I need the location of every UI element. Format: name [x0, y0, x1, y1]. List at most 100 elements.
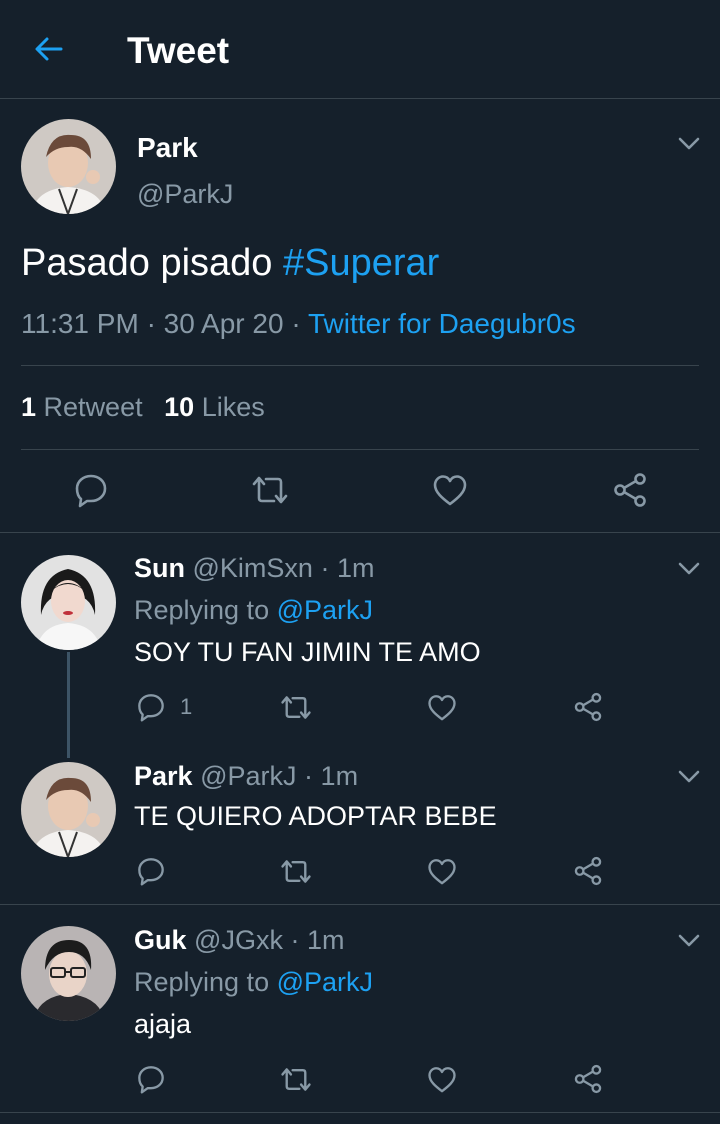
- chevron-down-icon: [678, 770, 700, 783]
- thread-line: [67, 652, 70, 758]
- reply-text: SOY TU FAN JIMIN TE AMO: [134, 637, 481, 667]
- retweet-icon: [281, 1068, 311, 1091]
- retweet-button[interactable]: [250, 474, 290, 506]
- avatar[interactable]: [21, 762, 116, 857]
- tweet-menu-button[interactable]: [678, 931, 702, 951]
- tweet-time: 11:31 PM: [21, 308, 139, 339]
- meta-separator: ·: [291, 308, 308, 339]
- avatar-guk-image: [21, 926, 116, 1021]
- avatar[interactable]: [21, 555, 116, 650]
- retweet-stat[interactable]: 1 Retweet: [21, 392, 150, 422]
- tweet-menu-button[interactable]: [678, 134, 702, 154]
- reply-divider: [0, 1112, 720, 1113]
- reply-icon: [138, 1066, 164, 1094]
- like-button[interactable]: [427, 1066, 457, 1093]
- share-button[interactable]: [573, 856, 603, 886]
- retweet-button[interactable]: [279, 1066, 313, 1093]
- reply-button[interactable]: [136, 1064, 166, 1094]
- tweet-date: 30 Apr 20: [163, 308, 284, 339]
- reply-button[interactable]: 1: [136, 692, 192, 722]
- avatar[interactable]: [21, 119, 116, 214]
- replying-to-link[interactable]: @ParkJ: [277, 967, 373, 997]
- replying-to: Replying to @ParkJ: [134, 595, 373, 626]
- like-button[interactable]: [427, 858, 457, 885]
- author-handle[interactable]: @ParkJ: [137, 179, 233, 210]
- retweet-count: 1: [21, 392, 37, 422]
- reply-divider: [0, 904, 720, 905]
- replying-to: Replying to @ParkJ: [134, 967, 373, 998]
- reply-time: 1m: [306, 925, 345, 955]
- tweet-meta: 11:31 PM · 30 Apr 20 · Twitter for Daegu…: [21, 308, 576, 340]
- avatar-park-image: [21, 119, 116, 214]
- author-handle[interactable]: @JGxk: [194, 925, 283, 955]
- like-count: 10: [164, 392, 195, 422]
- like-button[interactable]: [432, 474, 468, 506]
- retweet-icon: [281, 860, 311, 883]
- reply-text: TE QUIERO ADOPTAR BEBE: [134, 801, 497, 831]
- share-icon: [574, 856, 602, 886]
- reply-icon: [138, 694, 164, 722]
- like-button[interactable]: [427, 694, 457, 721]
- replying-prefix: Replying to: [134, 595, 270, 625]
- meta-separator: ·: [146, 308, 164, 339]
- author-name[interactable]: Park: [137, 132, 198, 164]
- retweet-button[interactable]: [279, 858, 313, 885]
- share-button[interactable]: [573, 692, 603, 722]
- share-button[interactable]: [573, 1064, 603, 1094]
- retweet-label: Retweet: [43, 392, 143, 422]
- author-name[interactable]: Park: [134, 761, 193, 791]
- author-handle[interactable]: @ParkJ: [200, 761, 296, 791]
- retweet-button[interactable]: [279, 694, 313, 721]
- reply-time: 1m: [336, 553, 375, 583]
- share-button[interactable]: [612, 472, 648, 508]
- back-button[interactable]: [32, 32, 66, 66]
- reply-text: ajaja: [134, 1009, 192, 1039]
- replying-to-link[interactable]: @ParkJ: [277, 595, 373, 625]
- retweet-icon: [281, 696, 311, 719]
- share-icon: [614, 473, 646, 507]
- chevron-down-icon: [678, 137, 700, 150]
- back-arrow-icon: [35, 37, 63, 61]
- tweet-source-link[interactable]: Twitter for Daegubr0s: [308, 308, 576, 339]
- time-separator: ·: [290, 925, 300, 955]
- tweet-menu-button[interactable]: [678, 767, 702, 787]
- like-stat[interactable]: 10 Likes: [164, 392, 265, 422]
- author-name[interactable]: Sun: [134, 553, 185, 583]
- like-icon: [428, 695, 456, 721]
- avatar[interactable]: [21, 926, 116, 1021]
- retweet-icon: [252, 476, 288, 504]
- author-handle[interactable]: @KimSxn: [193, 553, 313, 583]
- reply-icon: [75, 474, 107, 508]
- time-separator: ·: [320, 553, 330, 583]
- tweet-text: Pasado pisado #Superar: [21, 242, 439, 285]
- author-name[interactable]: Guk: [134, 925, 187, 955]
- reply-button[interactable]: [136, 856, 166, 886]
- reply-button[interactable]: [73, 472, 109, 508]
- chevron-down-icon: [678, 934, 700, 947]
- reply-icon: [138, 858, 164, 886]
- share-icon: [574, 1064, 602, 1094]
- time-separator: ·: [304, 761, 314, 791]
- avatar-park-image: [21, 762, 116, 857]
- like-label: Likes: [201, 392, 265, 422]
- stats-divider: [21, 449, 699, 450]
- tweet-menu-button[interactable]: [678, 559, 702, 579]
- meta-divider: [21, 365, 699, 366]
- main-tweet-divider: [0, 532, 720, 533]
- replying-prefix: Replying to: [134, 967, 270, 997]
- avatar-sun-image: [21, 555, 116, 650]
- reply-header: Guk @JGxk · 1m: [134, 925, 345, 956]
- reply-time: 1m: [320, 761, 359, 791]
- like-icon: [428, 1067, 456, 1093]
- page-title: Tweet: [127, 30, 230, 71]
- chevron-down-icon: [678, 562, 700, 575]
- tweet-stats: 1 Retweet 10 Likes: [21, 392, 265, 423]
- hashtag-link[interactable]: #Superar: [283, 242, 439, 284]
- tweet-body: Pasado pisado: [21, 242, 273, 284]
- reply-count: 1: [180, 694, 193, 719]
- share-icon: [574, 692, 602, 722]
- like-icon: [433, 475, 467, 506]
- reply-header: Park @ParkJ · 1m: [134, 761, 358, 792]
- reply-header: Sun @KimSxn · 1m: [134, 553, 375, 584]
- header-divider: [0, 98, 720, 99]
